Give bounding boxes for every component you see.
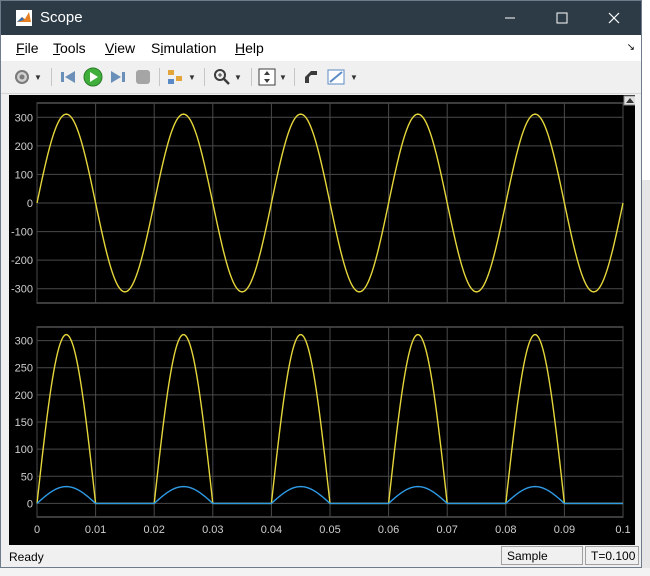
menu-help[interactable]: Help [235,40,264,56]
step-forward-icon [111,71,125,83]
matlab-icon [16,10,32,26]
measure-button[interactable]: ▼ [327,67,358,87]
signal-select-button[interactable]: ▼ [167,67,196,87]
close-icon [608,12,620,24]
maximize-button[interactable] [539,1,585,35]
stop-button[interactable] [134,67,152,87]
chevron-down-icon: ▼ [34,72,42,82]
scope-window: Scope File Tools View Simulation Help ↘ … [0,0,642,568]
y-tick-label: 250 [15,363,33,375]
x-tick-label: 0.09 [554,524,575,536]
undock-arrow-icon[interactable]: ↘ [627,42,635,53]
y-tick-label: 150 [15,417,33,429]
highlight-button[interactable] [302,67,320,87]
y-tick-label: 50 [21,471,33,483]
chevron-down-icon: ▼ [234,72,242,82]
y-tick-label: 100 [15,169,33,181]
minimize-button[interactable] [487,1,533,35]
y-tick-label: -100 [11,227,33,239]
minimize-icon [505,17,515,19]
y-tick-label: 100 [15,444,33,456]
x-tick-label: 0.01 [85,524,106,536]
menu-file[interactable]: File [16,40,39,56]
x-tick-label: 0.07 [436,524,457,536]
status-ready: Ready [9,550,44,564]
zoom-icon [214,69,230,85]
step-forward-button[interactable] [109,67,127,87]
highlight-icon [305,71,317,83]
step-back-icon [61,71,75,83]
menu-view[interactable]: View [105,40,135,56]
title-bar: Scope [1,1,641,35]
simulation-time: T=0.100 [585,546,639,565]
signal-select-icon [168,70,182,84]
y-tick-label: -300 [11,284,33,296]
autoscale-icon [258,68,276,86]
x-tick-label: 0.02 [143,524,164,536]
chevron-down-icon: ▼ [279,72,287,82]
sample-mode-indicator: Sample based [501,546,583,565]
x-tick-label: 0.05 [319,524,340,536]
y-tick-label: -200 [11,255,33,267]
chevron-down-icon: ▼ [350,72,358,82]
x-tick-label: 0.08 [495,524,516,536]
status-bar: Ready Sample based T=0.100 [1,545,641,567]
menu-simulation[interactable]: Simulation [151,40,216,56]
y-tick-label: 0 [27,498,33,510]
menu-tools[interactable]: Tools [53,40,86,56]
step-back-button[interactable] [59,67,77,87]
y-tick-label: 200 [15,141,33,153]
run-button[interactable] [83,67,103,87]
maximize-icon [556,12,568,24]
zoom-button[interactable]: ▼ [213,67,242,87]
x-tick-label: 0.04 [261,524,282,536]
x-tick-label: 0.03 [202,524,223,536]
measure-icon [327,69,345,85]
scope-plots-svg[interactable]: -300 -200 -100 0 100 200 300 0 50 100 150 200 250 300… [9,95,635,545]
stop-icon [136,70,150,84]
x-tick-label: 0.06 [378,524,399,536]
y-tick-label: 300 [15,112,33,124]
y-tick-label: 300 [15,336,33,348]
settings-button[interactable]: ▼ [13,67,42,87]
plot-area[interactable]: -300 -200 -100 0 100 200 300 0 50 100 150 200 250 300… [9,95,635,545]
close-button[interactable] [591,1,637,35]
menu-bar: File Tools View Simulation Help ↘ [1,35,641,61]
y-tick-label: 0 [27,198,33,210]
window-title: Scope [40,9,83,26]
x-tick-label: 0 [34,524,40,536]
toolbar: ▼ ▼ ▼ ▼ ▼ [1,61,641,94]
y-tick-label: 200 [15,390,33,402]
run-icon [83,67,103,87]
x-tick-label: 0.1 [615,524,630,536]
chevron-down-icon: ▼ [188,72,196,82]
autoscale-button[interactable]: ▼ [258,67,287,87]
settings-icon [15,70,29,84]
